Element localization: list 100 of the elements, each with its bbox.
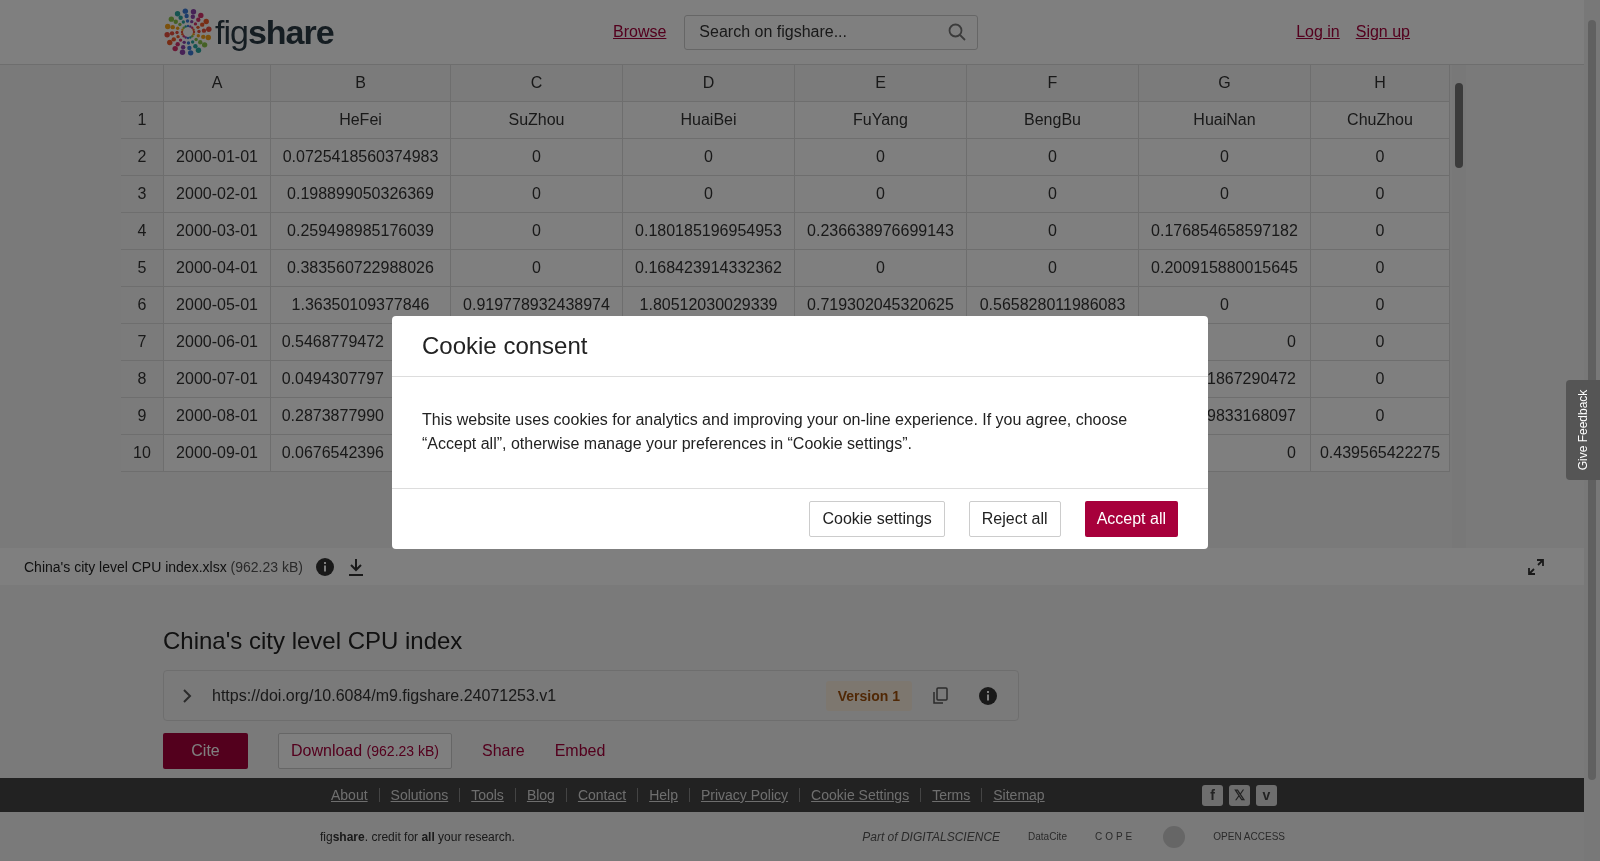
table-cell: 0 — [451, 213, 623, 250]
column-header: D — [623, 65, 795, 102]
table-cell: 0 — [967, 213, 1139, 250]
table-cell: HeFei — [271, 102, 451, 139]
partner-logo[interactable]: Part of DIGITALSCIENCE — [862, 829, 1001, 844]
table-cell: 0 — [1311, 139, 1450, 176]
dialog-text: This website uses cookies for analytics and improving your on-line experience. If you agree, choose “Accept all”, otherwise manage your preferences in “Cookie settings”. — [392, 377, 1208, 489]
action-button[interactable]: Cite — [163, 733, 248, 769]
footer-link[interactable]: Solutions — [378, 788, 460, 802]
table-cell: 2000-08-01 — [164, 398, 271, 435]
table-cell: 0.439565422275 — [1311, 435, 1450, 472]
row-number: 8 — [121, 361, 164, 398]
table-cell: 0 — [1311, 213, 1450, 250]
table-cell: 0 — [795, 176, 967, 213]
table-cell: 2000-03-01 — [164, 213, 271, 250]
footer-link[interactable]: Terms — [920, 788, 982, 802]
row-number: 7 — [121, 324, 164, 361]
column-header: F — [967, 65, 1139, 102]
social-link[interactable]: v — [1256, 784, 1277, 806]
dialog-button[interactable]: Cookie settings — [809, 501, 945, 537]
table-cell: 0 — [1311, 287, 1450, 324]
table-cell: 0 — [1139, 139, 1311, 176]
footer-link[interactable]: About — [320, 788, 379, 802]
search-field[interactable]: Search on figshare... — [684, 14, 979, 50]
table-cell: 0.200915880015645 — [1139, 250, 1311, 287]
partner-logo[interactable]: OPEN ACCESS — [1213, 831, 1285, 842]
table-cell: 0 — [623, 176, 795, 213]
action-button[interactable]: Download (962.23 kB) — [278, 733, 452, 769]
auth-link[interactable]: Log in — [1296, 23, 1340, 41]
table-cell: 0.176854658597182 — [1139, 213, 1311, 250]
row-number: 4 — [121, 213, 164, 250]
dialog-title: Cookie consent — [392, 316, 1208, 377]
table-cell: ChuZhou — [1311, 102, 1450, 139]
social-link[interactable]: f — [1202, 784, 1223, 806]
footer-link[interactable]: Tools — [459, 788, 515, 802]
table-cell: SuZhou — [451, 102, 623, 139]
footer-link[interactable]: Privacy Policy — [688, 788, 800, 802]
row-number: 10 — [121, 435, 164, 472]
browse-link[interactable]: Browse — [613, 23, 667, 41]
footer-tagline: figshare. credit for all your research. — [320, 829, 515, 844]
table-cell: 0 — [1311, 324, 1450, 361]
table-cell: 1.36350109377846 — [271, 287, 451, 324]
logo-wordmark[interactable]: figshare — [215, 12, 334, 52]
chevron-icon[interactable] — [182, 687, 192, 704]
footer-link[interactable]: Sitemap — [981, 788, 1056, 802]
footer-link[interactable]: Help — [637, 788, 689, 802]
table-cell: 2000-02-01 — [164, 176, 271, 213]
doi-link[interactable]: https://doi.org/10.6084/m9.figshare.24071253.v1 — [212, 686, 806, 705]
info-icon[interactable] — [978, 685, 998, 706]
row-number: 6 — [121, 287, 164, 324]
table-cell: 0 — [451, 250, 623, 287]
table-cell: 0.180185196954953 — [623, 213, 795, 250]
auth-link[interactable]: Sign up — [1355, 23, 1410, 41]
table-cell: 0.198899050326369 — [271, 176, 451, 213]
download-icon[interactable] — [346, 556, 365, 577]
footer-link[interactable]: Cookie Settings — [799, 788, 921, 802]
column-header: A — [164, 65, 271, 102]
fullscreen-icon[interactable] — [1528, 558, 1544, 575]
social-link[interactable]: 𝕏 — [1229, 784, 1250, 806]
table-cell: 0.168423914332362 — [623, 250, 795, 287]
table-cell: 0 — [967, 250, 1139, 287]
table-cell: 0 — [795, 250, 967, 287]
version-badge: Version 1 — [825, 680, 912, 711]
table-cell: 0 — [1311, 361, 1450, 398]
column-header: H — [1311, 65, 1450, 102]
feedback-tab[interactable]: Give Feedback — [1566, 380, 1600, 480]
row-number: 9 — [121, 398, 164, 435]
column-header: E — [795, 65, 967, 102]
table-cell: 0.236638976699143 — [795, 213, 967, 250]
table-cell: 0.383560722988026 — [271, 250, 451, 287]
footer-link[interactable]: Contact — [565, 788, 638, 802]
info-icon[interactable] — [314, 556, 335, 577]
table-cell: 0.0725418560374983 — [271, 139, 451, 176]
table-cell: 0 — [795, 139, 967, 176]
table-cell: 0.259498985176039 — [271, 213, 451, 250]
partner-logo[interactable]: COPE — [1094, 831, 1136, 842]
table-cell: 2000-05-01 — [164, 287, 271, 324]
table-cell: 0 — [623, 139, 795, 176]
logo-icon — [163, 7, 213, 57]
row-number: 1 — [121, 102, 164, 139]
table-cell: HuaiNan — [1139, 102, 1311, 139]
table-cell: 0 — [967, 139, 1139, 176]
copy-icon[interactable] — [932, 686, 948, 705]
file-name: China's city level CPU index.xlsx (962.23 kB) — [24, 558, 303, 575]
table-cell: FuYang — [795, 102, 967, 139]
partner-logo[interactable]: DataCite — [1028, 831, 1067, 842]
row-number: 3 — [121, 176, 164, 213]
action-link[interactable]: Share — [482, 733, 525, 769]
item-title: China's city level CPU index — [163, 627, 464, 655]
table-cell: 0 — [1311, 398, 1450, 435]
dialog-button[interactable]: Reject all — [968, 501, 1061, 537]
search-icon[interactable] — [948, 22, 967, 41]
table-cell: 0 — [1139, 176, 1311, 213]
dialog-button[interactable]: Accept all — [1084, 501, 1178, 537]
table-cell: HuaiBei — [623, 102, 795, 139]
action-link[interactable]: Embed — [554, 733, 606, 769]
footer-link[interactable]: Blog — [514, 788, 566, 802]
table-cell: 2000-09-01 — [164, 435, 271, 472]
table-cell: 0 — [967, 176, 1139, 213]
table-cell: BengBu — [967, 102, 1139, 139]
